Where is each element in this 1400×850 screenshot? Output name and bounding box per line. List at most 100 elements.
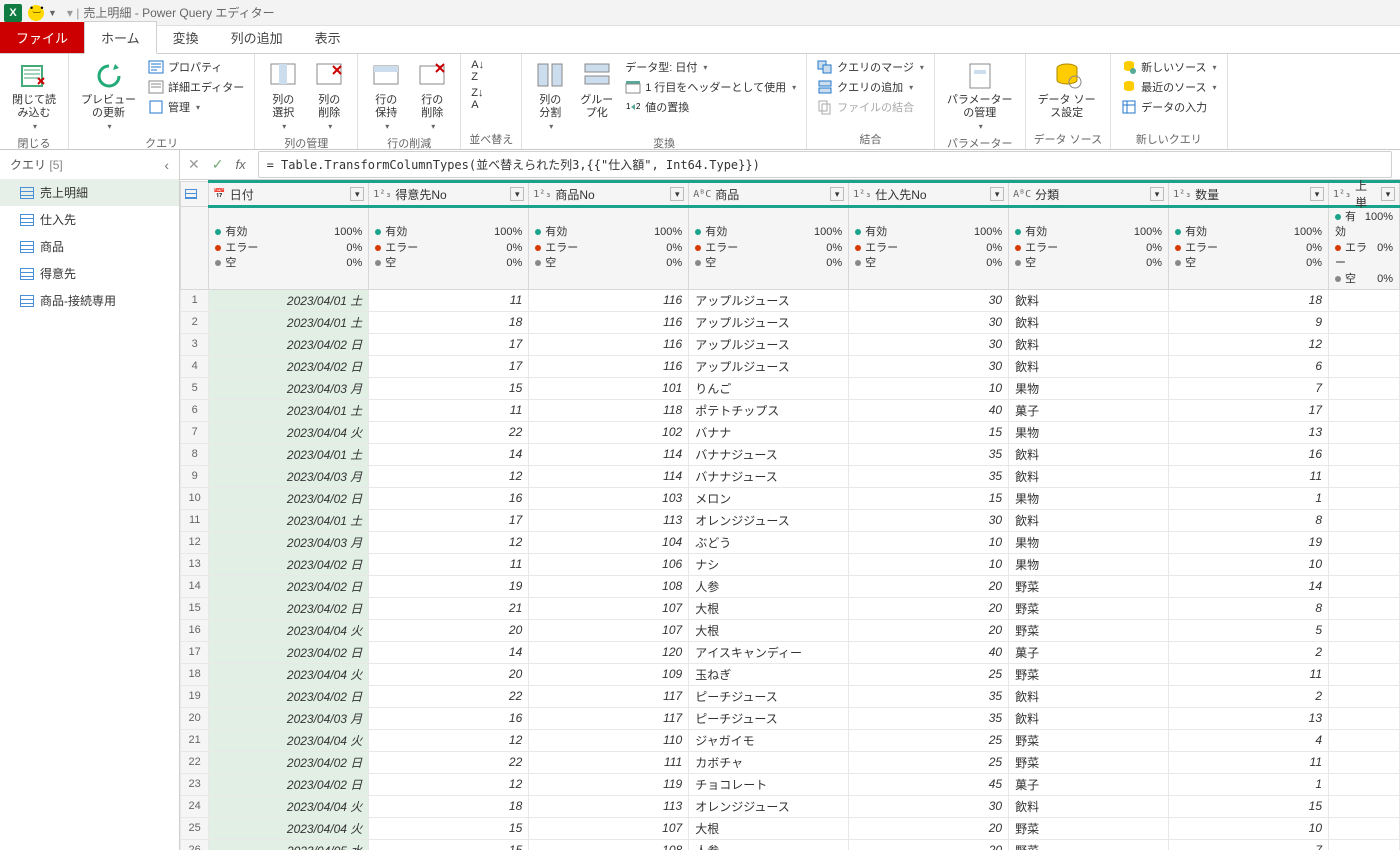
cell[interactable] <box>1329 443 1400 465</box>
cell[interactable]: 108 <box>529 575 689 597</box>
row-number[interactable]: 17 <box>181 641 209 663</box>
cell[interactable]: 14 <box>1169 575 1329 597</box>
cell[interactable]: 2023/04/02 日 <box>209 575 369 597</box>
cell[interactable]: 8 <box>1169 509 1329 531</box>
cell[interactable]: 117 <box>529 707 689 729</box>
table-row[interactable]: 142023/04/02 日19108人参20野菜14 <box>181 575 1400 597</box>
cell[interactable]: 果物 <box>1009 553 1169 575</box>
cell[interactable]: 25 <box>849 729 1009 751</box>
cell[interactable]: 玉ねぎ <box>689 663 849 685</box>
cell[interactable]: バナナ <box>689 421 849 443</box>
row-number[interactable]: 16 <box>181 619 209 641</box>
column-header[interactable]: 📅日付▾ <box>209 182 369 207</box>
cell[interactable]: 6 <box>1169 355 1329 377</box>
formula-input[interactable]: = Table.TransformColumnTypes(並べ替えられた列3,{… <box>258 151 1392 178</box>
row-number[interactable]: 21 <box>181 729 209 751</box>
cell[interactable] <box>1329 487 1400 509</box>
cell[interactable]: 2023/04/04 火 <box>209 421 369 443</box>
properties-button[interactable]: プロパティ <box>146 58 246 76</box>
cell[interactable]: 30 <box>849 355 1009 377</box>
column-header[interactable]: AᴮC商品▾ <box>689 182 849 207</box>
cell[interactable]: 104 <box>529 531 689 553</box>
column-header[interactable]: AᴮC分類▾ <box>1009 182 1169 207</box>
cell[interactable]: 22 <box>369 421 529 443</box>
replace-values-button[interactable]: 12値の置換 <box>623 98 798 116</box>
cell[interactable]: 果物 <box>1009 487 1169 509</box>
cell[interactable]: 14 <box>369 641 529 663</box>
remove-rows-button[interactable]: 行の 削除▾ <box>412 58 452 133</box>
cell[interactable]: 2023/04/04 火 <box>209 817 369 839</box>
cell[interactable]: 20 <box>849 575 1009 597</box>
cell[interactable] <box>1329 355 1400 377</box>
cell[interactable]: 大根 <box>689 597 849 619</box>
row-number[interactable]: 23 <box>181 773 209 795</box>
cell[interactable]: 2023/04/01 土 <box>209 509 369 531</box>
cell[interactable]: 20 <box>369 663 529 685</box>
query-item[interactable]: 商品-接続専用 <box>0 287 179 314</box>
table-row[interactable]: 22023/04/01 土18116アップルジュース30飲料9 <box>181 311 1400 333</box>
table-row[interactable]: 262023/04/05 水15108人参20野菜7 <box>181 839 1400 850</box>
cell[interactable]: 116 <box>529 311 689 333</box>
table-row[interactable]: 172023/04/02 日14120アイスキャンディー40菓子2 <box>181 641 1400 663</box>
cell[interactable]: 10 <box>849 553 1009 575</box>
cell[interactable]: 119 <box>529 773 689 795</box>
new-source-button[interactable]: 新しいソース▾ <box>1119 58 1218 76</box>
cell[interactable] <box>1329 399 1400 421</box>
cell[interactable]: 17 <box>369 333 529 355</box>
cell[interactable]: 野菜 <box>1009 817 1169 839</box>
row-number[interactable]: 20 <box>181 707 209 729</box>
cell[interactable] <box>1329 707 1400 729</box>
cell[interactable]: 116 <box>529 289 689 311</box>
cell[interactable]: 1 <box>1169 773 1329 795</box>
cell[interactable]: 19 <box>1169 531 1329 553</box>
column-header[interactable]: 1²₃商品No▾ <box>529 182 689 207</box>
cell[interactable]: 118 <box>529 399 689 421</box>
cell[interactable] <box>1329 839 1400 850</box>
cell[interactable] <box>1329 421 1400 443</box>
cell[interactable]: アップルジュース <box>689 333 849 355</box>
row-number[interactable]: 10 <box>181 487 209 509</box>
query-item[interactable]: 売上明細 <box>0 179 179 206</box>
table-row[interactable]: 212023/04/04 火12110ジャガイモ25野菜4 <box>181 729 1400 751</box>
cell[interactable]: 20 <box>849 619 1009 641</box>
cell[interactable] <box>1329 619 1400 641</box>
cell[interactable] <box>1329 685 1400 707</box>
row-number[interactable]: 9 <box>181 465 209 487</box>
tab-view[interactable]: 表示 <box>299 22 357 53</box>
cell[interactable]: 22 <box>369 685 529 707</box>
cell[interactable]: 16 <box>369 487 529 509</box>
cell[interactable] <box>1329 751 1400 773</box>
cell[interactable]: 113 <box>529 509 689 531</box>
cell[interactable]: 20 <box>849 597 1009 619</box>
cell[interactable]: 果物 <box>1009 531 1169 553</box>
cell[interactable]: 16 <box>369 707 529 729</box>
advanced-editor-button[interactable]: 詳細エディター <box>146 78 246 96</box>
cell[interactable] <box>1329 773 1400 795</box>
row-number[interactable]: 3 <box>181 333 209 355</box>
cell[interactable]: 菓子 <box>1009 399 1169 421</box>
cell[interactable]: 11 <box>369 399 529 421</box>
query-item[interactable]: 商品 <box>0 233 179 260</box>
cell[interactable]: ピーチジュース <box>689 707 849 729</box>
cell[interactable]: 2023/04/02 日 <box>209 751 369 773</box>
parameters-button[interactable]: パラメーター の管理▾ <box>943 58 1017 133</box>
column-header[interactable]: 1²₃得意先No▾ <box>369 182 529 207</box>
smile-icon[interactable] <box>28 5 44 21</box>
cell[interactable]: 11 <box>1169 751 1329 773</box>
cell[interactable] <box>1329 795 1400 817</box>
cell[interactable]: 22 <box>369 751 529 773</box>
cell[interactable]: 106 <box>529 553 689 575</box>
cell[interactable]: 2023/04/02 日 <box>209 597 369 619</box>
cell[interactable]: 野菜 <box>1009 575 1169 597</box>
cell[interactable]: 30 <box>849 333 1009 355</box>
split-column-button[interactable]: 列の 分割▾ <box>530 58 570 133</box>
cell[interactable]: 20 <box>849 817 1009 839</box>
cell[interactable]: 2023/04/02 日 <box>209 333 369 355</box>
corner-cell[interactable] <box>181 182 209 207</box>
row-number[interactable]: 22 <box>181 751 209 773</box>
filter-dropdown-icon[interactable]: ▾ <box>510 187 524 201</box>
cell[interactable]: 7 <box>1169 839 1329 850</box>
combine-files-button[interactable]: ファイルの結合 <box>815 98 926 116</box>
cell[interactable]: 2 <box>1169 641 1329 663</box>
cell[interactable]: 13 <box>1169 421 1329 443</box>
